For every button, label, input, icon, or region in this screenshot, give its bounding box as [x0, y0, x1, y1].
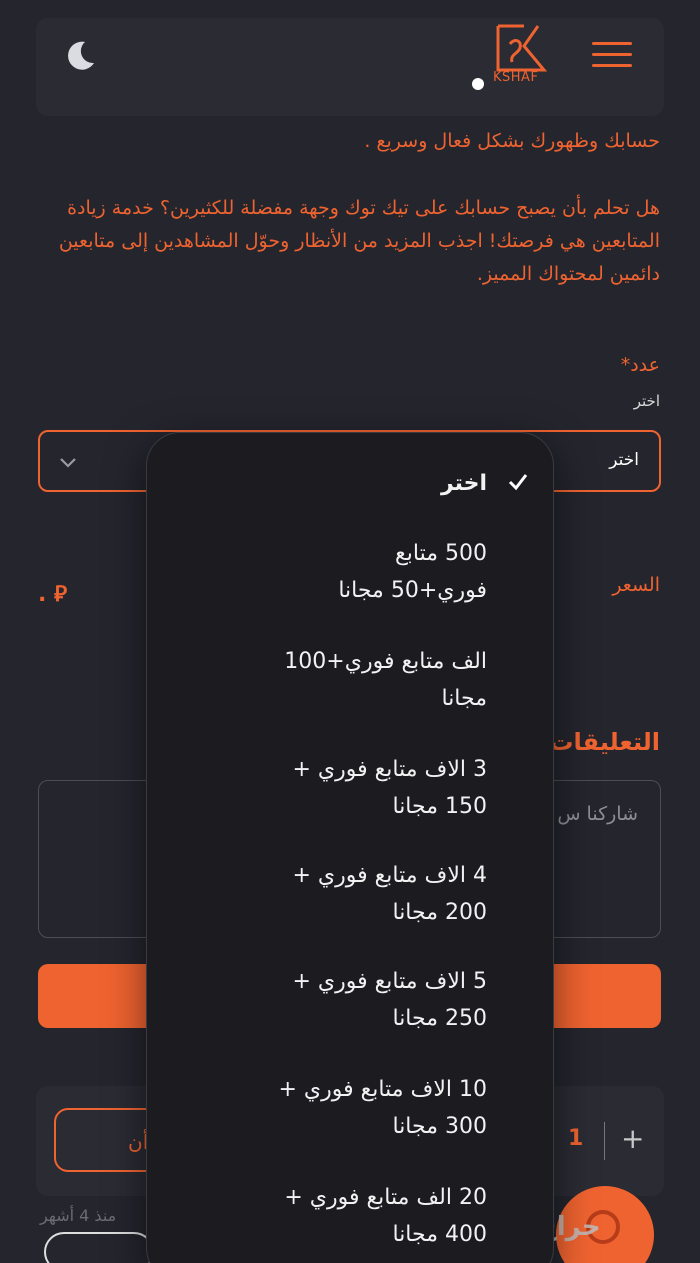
dropdown-option-line1: 3 الاف متابع فوري +: [292, 757, 487, 782]
comment-placeholder: شاركنا س: [557, 803, 638, 825]
quantity-increase-button[interactable]: +: [621, 1122, 644, 1155]
dropdown-option-line1: 5 الاف متابع فوري +: [292, 969, 487, 994]
dropdown-option-line2: فوري+50 مجانا: [338, 578, 487, 603]
dropdown-option[interactable]: 4 الاف متابع فوري + 200 مجانا: [197, 857, 487, 931]
description-line-top: حسابك وظهورك بشكل فعال وسريع .: [364, 130, 660, 152]
checkmark-icon: [508, 474, 528, 491]
dropdown-option-line2: مجانا: [441, 686, 487, 711]
dropdown-option[interactable]: 10 الاف متابع فوري + 300 مجانا: [197, 1071, 487, 1145]
dropdown-option-line1: اختر: [440, 471, 487, 496]
site-header: KSHAF: [36, 18, 664, 116]
dropdown-option-line1: الف متابع فوري+100: [284, 649, 487, 674]
dropdown-option-line1: 500 متابع: [395, 541, 487, 566]
dropdown-option-line2: 250 مجانا: [392, 1006, 487, 1031]
count-label-text: عدد: [630, 354, 660, 376]
moon-icon[interactable]: [63, 39, 97, 73]
count-dropdown-menu: اختر 500 متابع فوري+50 مجانا الف متابع فوري…: [146, 432, 554, 1263]
dropdown-option[interactable]: 500 متابع فوري+50 مجانا: [197, 535, 487, 609]
bottom-search-pill[interactable]: [44, 1232, 154, 1263]
comments-label: التعليقات: [549, 728, 660, 756]
required-mark: *: [620, 354, 631, 376]
dropdown-option-line2: 150 مجانا: [392, 794, 487, 819]
price-label: السعر: [612, 574, 660, 596]
price-value: . ⃁: [38, 582, 68, 607]
dropdown-option-line2: 200 مجانا: [392, 900, 487, 925]
count-hint: اختر: [633, 392, 660, 410]
dropdown-option-line1: 10 الاف متابع فوري +: [278, 1077, 487, 1102]
chevron-down-icon: [60, 458, 76, 468]
dropdown-option-line1: 20 الف متابع فوري +: [284, 1185, 487, 1210]
logo-text: KSHAF: [493, 70, 539, 85]
dropdown-option[interactable]: الف متابع فوري+100 مجانا: [197, 643, 487, 717]
dropdown-option[interactable]: 20 الف متابع فوري + 400 مجانا: [197, 1179, 487, 1253]
dropdown-option-line1: 4 الاف متابع فوري +: [292, 863, 487, 888]
count-select-value: اختر: [609, 450, 639, 470]
dropdown-option[interactable]: اختر: [197, 465, 487, 502]
quantity-divider: [604, 1122, 605, 1160]
notification-dot: [472, 78, 484, 90]
dropdown-option-line2: 400 مجانا: [392, 1222, 487, 1247]
count-label: عدد*: [621, 354, 660, 376]
quantity-value[interactable]: 1: [568, 1126, 583, 1151]
dropdown-option-line2: 300 مجانا: [392, 1114, 487, 1139]
description-paragraph: هل تحلم بأن يصبح حسابك على تيك توك وجهة …: [58, 197, 660, 285]
menu-icon[interactable]: [592, 42, 632, 72]
dropdown-option[interactable]: 5 الاف متابع فوري + 250 مجانا: [197, 963, 487, 1037]
dropdown-option[interactable]: 3 الاف متابع فوري + 150 مجانا: [197, 751, 487, 825]
time-ago-text: منذ 4 أشهر: [40, 1206, 117, 1225]
